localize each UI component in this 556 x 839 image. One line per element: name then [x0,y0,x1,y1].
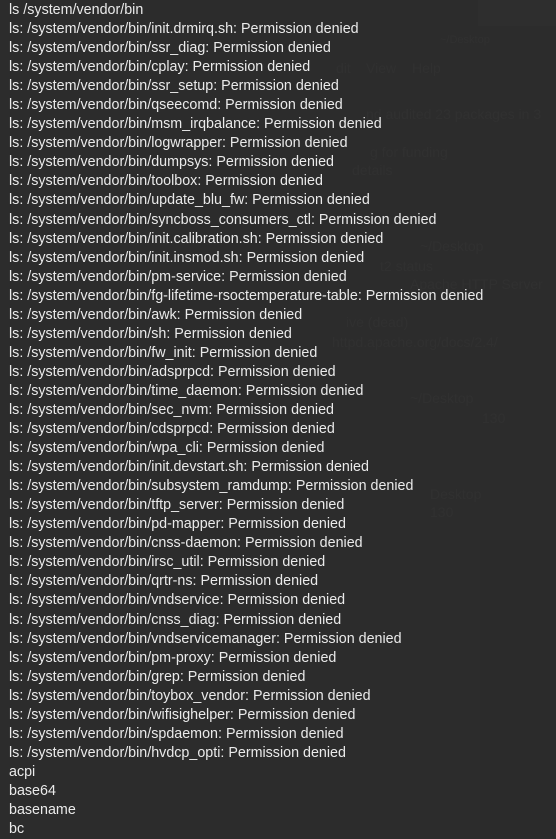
terminal-line: ls: /system/vendor/bin/init.calibration.… [9,230,384,247]
terminal-line: basename [9,801,76,818]
terminal-line: ls: /system/vendor/bin/adsprpcd: Permiss… [9,363,336,380]
terminal-line: ls: /system/vendor/bin/wifisighelper: Pe… [9,706,356,723]
terminal-line: ls: /system/vendor/bin/qrtr-ns: Permissi… [9,573,319,590]
terminal-line: ls: /system/vendor/bin/cnss_diag: Permis… [9,611,342,628]
terminal-line: ls: /system/vendor/bin/cnss-daemon: Perm… [9,535,363,552]
terminal-line: ls: /system/vendor/bin/pm-proxy: Permiss… [9,649,337,666]
terminal-line: ls: /system/vendor/bin/fg-lifetime-rsoct… [9,287,484,304]
terminal-line: ls: /system/vendor/bin/irsc_util: Permis… [9,554,326,571]
terminal-line: ls: /system/vendor/bin/init.devstart.sh:… [9,459,369,476]
terminal-line: ls: /system/vendor/bin/vndservice: Permi… [9,592,346,609]
terminal-line: ls: /system/vendor/bin/dumpsys: Permissi… [9,154,334,171]
terminal-line: ls: /system/vendor/bin/logwrapper: Permi… [9,135,348,152]
terminal-line: ls /system/vendor/bin [9,2,144,18]
terminal-line: ls: /system/vendor/bin/ssr_setup: Permis… [9,78,339,95]
terminal-line: ls: /system/vendor/bin/pd-mapper: Permis… [9,516,346,533]
terminal-line: ls: /system/vendor/bin/cdsprpcd: Permiss… [9,421,335,438]
terminal-line: ls: /system/vendor/bin/time_daemon: Perm… [9,382,364,399]
terminal-line: ls: /system/vendor/bin/qseecomd: Permiss… [9,97,343,114]
terminal-line: ls: /system/vendor/bin/subsystem_ramdump… [9,478,414,495]
terminal-line: ls: /system/vendor/bin/awk: Permission d… [9,306,303,323]
terminal-line: ls: /system/vendor/bin/vndservicemanager… [9,630,402,647]
terminal-output[interactable]: ls /system/vendor/bin ls: /system/vendor… [0,0,556,839]
terminal-line: ls: /system/vendor/bin/toybox_vendor: Pe… [9,687,371,704]
terminal-line: base64 [9,782,56,799]
terminal-line: ls: /system/vendor/bin/toolbox: Permissi… [9,173,323,190]
terminal-line: ls: /system/vendor/bin/sec_nvm: Permissi… [9,401,334,418]
terminal-line: ls: /system/vendor/bin/pm-service: Permi… [9,268,347,285]
terminal-line: ls: /system/vendor/bin/tftp_server: Perm… [9,497,345,514]
screen: ~/Desktop dit View Help nd audited 23 pa… [0,0,556,839]
terminal-line: ls: /system/vendor/bin/wpa_cli: Permissi… [9,440,325,457]
terminal-line: ls: /system/vendor/bin/init.drmirq.sh: P… [9,21,359,38]
terminal-line: ls: /system/vendor/bin/fw_init: Permissi… [9,344,318,361]
terminal-line: ls: /system/vendor/bin/sh: Permission de… [9,325,292,342]
terminal-line: ls: /system/vendor/bin/grep: Permission … [9,668,306,685]
terminal-line: ls: /system/vendor/bin/msm_irqbalance: P… [9,116,382,133]
terminal-line: ls: /system/vendor/bin/syncboss_consumer… [9,211,437,228]
terminal-line: ls: /system/vendor/bin/cplay: Permission… [9,59,311,76]
terminal-line: acpi [9,763,36,780]
terminal-line: ls: /system/vendor/bin/spdaemon: Permiss… [9,725,344,742]
terminal-line: ls: /system/vendor/bin/hvdcp_opti: Permi… [9,744,346,761]
terminal-line: ls: /system/vendor/bin/ssr_diag: Permiss… [9,40,331,57]
terminal-line: bc [9,821,25,838]
terminal-line: ls: /system/vendor/bin/init.insmod.sh: P… [9,249,365,266]
terminal-line: ls: /system/vendor/bin/update_blu_fw: Pe… [9,192,370,209]
